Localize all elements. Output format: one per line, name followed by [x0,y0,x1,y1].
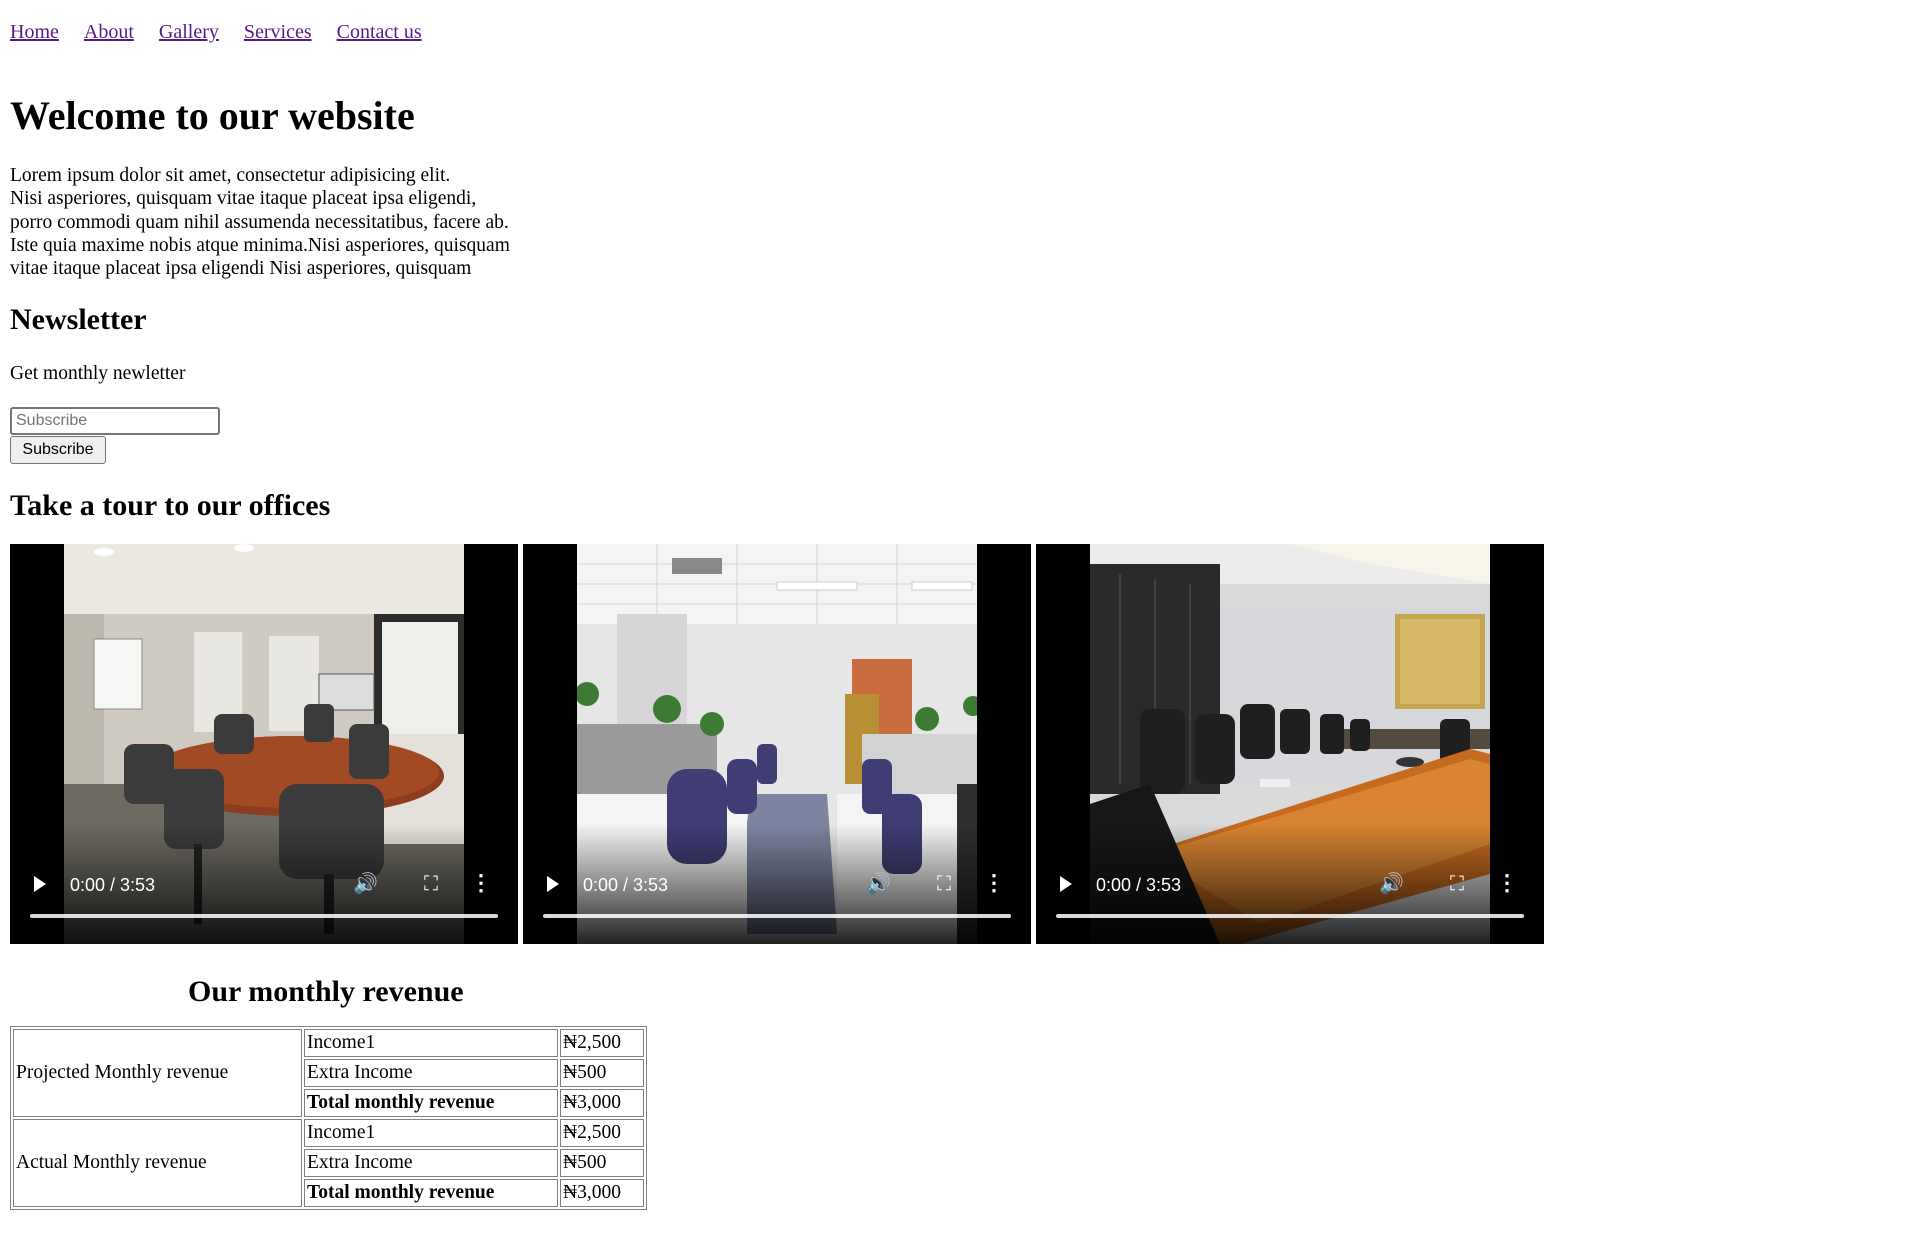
revenue-group-label: Projected Monthly revenue [13,1029,302,1118]
subscribe-button[interactable]: Subscribe [10,436,106,465]
fullscreen-icon[interactable]: ⛶ [424,873,438,896]
fullscreen-icon[interactable]: ⛶ [1450,873,1464,896]
nav-link-services[interactable]: Services [244,20,312,44]
revenue-item-name: Income1 [304,1029,558,1058]
video-progress-track[interactable] [30,914,498,919]
revenue-total-value: ₦3,000 [560,1179,644,1208]
revenue-item-value: ₦2,500 [560,1119,644,1148]
revenue-total-label: Total monthly revenue [304,1089,558,1118]
more-options-icon[interactable]: ⋮ [983,870,1005,896]
play-icon[interactable] [547,876,559,893]
revenue-item-value: ₦2,500 [560,1029,644,1058]
revenue-table: Projected Monthly revenue Income1 ₦2,500… [10,1026,647,1211]
table-row: Actual Monthly revenue Income1 ₦2,500 [13,1119,644,1208]
play-icon[interactable] [1060,876,1072,893]
revenue-group-label: Actual Monthly revenue [13,1119,302,1208]
page: Home About Gallery Services Contact us W… [0,0,1920,1211]
office-video-1[interactable]: 0:00 / 3:53 🔊 ⛶ ⋮ [10,544,518,945]
revenue-item-name: Income1 [304,1119,558,1148]
intro-line: Iste quia maxime nobis atque minima.Nisi… [10,234,510,256]
newsletter-heading: Newsletter [10,303,147,337]
revenue-total-value: ₦3,000 [560,1089,644,1118]
newsletter-subtitle: Get monthly newletter [10,363,186,385]
play-icon[interactable] [34,876,46,893]
intro-paragraph: Lorem ipsum dolor sit amet, consectetur … [10,164,570,280]
nav-link-gallery[interactable]: Gallery [159,20,219,44]
nav-link-home[interactable]: Home [10,20,59,44]
intro-line: porro commodi quam nihil assumenda neces… [10,211,509,233]
intro-line: vitae itaque placeat ipsa eligendi Nisi … [10,258,472,280]
tour-heading: Take a tour to our offices [10,489,331,523]
page-title: Welcome to our website [10,93,415,138]
video-time: 0:00 / 3:53 [1096,875,1182,896]
main-nav: Home About Gallery Services Contact us [10,0,1910,44]
revenue-item-value: ₦500 [560,1059,644,1088]
newsletter-form: Subscribe [10,407,1910,465]
volume-icon[interactable]: 🔊 [1379,871,1404,896]
more-options-icon[interactable]: ⋮ [1496,870,1518,896]
video-time: 0:00 / 3:53 [583,875,669,896]
video-gallery: 0:00 / 3:53 🔊 ⛶ ⋮ 0:00 / 3:53 🔊 ⛶ ⋮ 0:00… [10,544,1910,945]
nav-link-about[interactable]: About [84,20,134,44]
intro-line: Lorem ipsum dolor sit amet, consectetur … [10,165,451,186]
revenue-item-value: ₦500 [560,1149,644,1178]
revenue-heading: Our monthly revenue [188,975,464,1009]
revenue-item-name: Extra Income [304,1059,558,1088]
fullscreen-icon[interactable]: ⛶ [937,873,951,896]
revenue-item-name: Extra Income [304,1149,558,1178]
subscribe-input[interactable] [10,407,220,436]
more-options-icon[interactable]: ⋮ [470,870,492,896]
office-video-3[interactable]: 0:00 / 3:53 🔊 ⛶ ⋮ [1036,544,1544,945]
volume-icon[interactable]: 🔊 [866,871,891,896]
video-progress-track[interactable] [543,914,1011,919]
video-time: 0:00 / 3:53 [70,875,156,896]
intro-line: Nisi asperiores, quisquam vitae itaque p… [10,188,477,210]
video-progress-track[interactable] [1056,914,1524,919]
revenue-total-label: Total monthly revenue [304,1179,558,1208]
office-video-2[interactable]: 0:00 / 3:53 🔊 ⛶ ⋮ [523,544,1031,945]
table-row: Projected Monthly revenue Income1 ₦2,500 [13,1029,644,1118]
nav-link-contact[interactable]: Contact us [337,20,422,44]
volume-icon[interactable]: 🔊 [353,871,378,896]
